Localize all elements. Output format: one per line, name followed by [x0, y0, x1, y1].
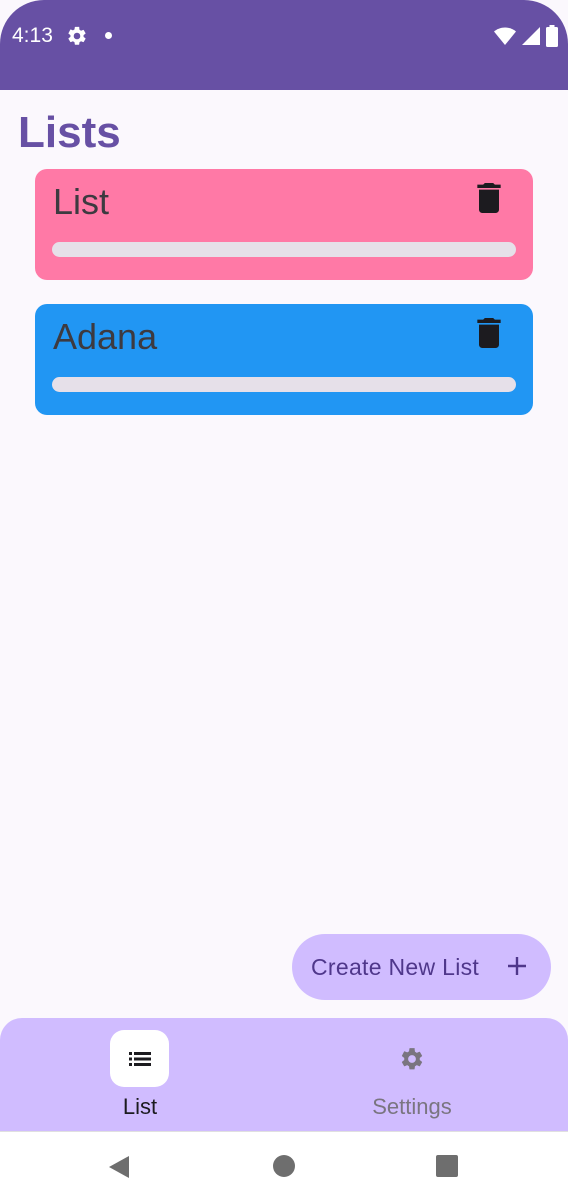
- status-icons: [494, 24, 558, 48]
- list-progress-bar: [52, 242, 516, 257]
- system-navigation-bar: [0, 1131, 568, 1200]
- cellular-signal-icon: [522, 27, 540, 45]
- nav-item-settings[interactable]: Settings: [270, 1018, 554, 1131]
- app-screen: 4:13 Lists List Adana Create New List Li…: [0, 0, 568, 1200]
- status-bar: 4:13: [0, 0, 568, 90]
- status-time: 4:13: [12, 24, 53, 47]
- bottom-navigation: List Settings: [0, 1018, 568, 1131]
- nav-label-list: List: [122, 1094, 158, 1119]
- list-card-title: Adana: [53, 316, 158, 357]
- settings-gear-icon: [401, 1048, 423, 1070]
- create-new-list-button[interactable]: Create New List: [292, 934, 551, 1000]
- nav-item-list[interactable]: List: [0, 1018, 284, 1131]
- wifi-icon: [494, 27, 516, 45]
- list-card-title: List: [53, 181, 110, 222]
- trash-icon[interactable]: [477, 183, 501, 213]
- home-icon[interactable]: [272, 1154, 296, 1178]
- plus-icon: [508, 957, 526, 975]
- trash-icon[interactable]: [477, 318, 501, 348]
- recents-icon[interactable]: [435, 1154, 459, 1178]
- list-card[interactable]: Adana: [35, 304, 533, 415]
- list-progress-bar: [52, 377, 516, 392]
- battery-icon: [546, 25, 558, 47]
- list-icon: [129, 1052, 151, 1066]
- list-card[interactable]: List: [35, 169, 533, 280]
- notification-dot-icon: [105, 32, 112, 39]
- gear-icon: [68, 26, 86, 45]
- nav-label-settings: Settings: [372, 1094, 452, 1119]
- create-new-list-label: Create New List: [311, 953, 480, 980]
- back-icon[interactable]: [107, 1154, 131, 1180]
- page-title: Lists: [18, 108, 121, 157]
